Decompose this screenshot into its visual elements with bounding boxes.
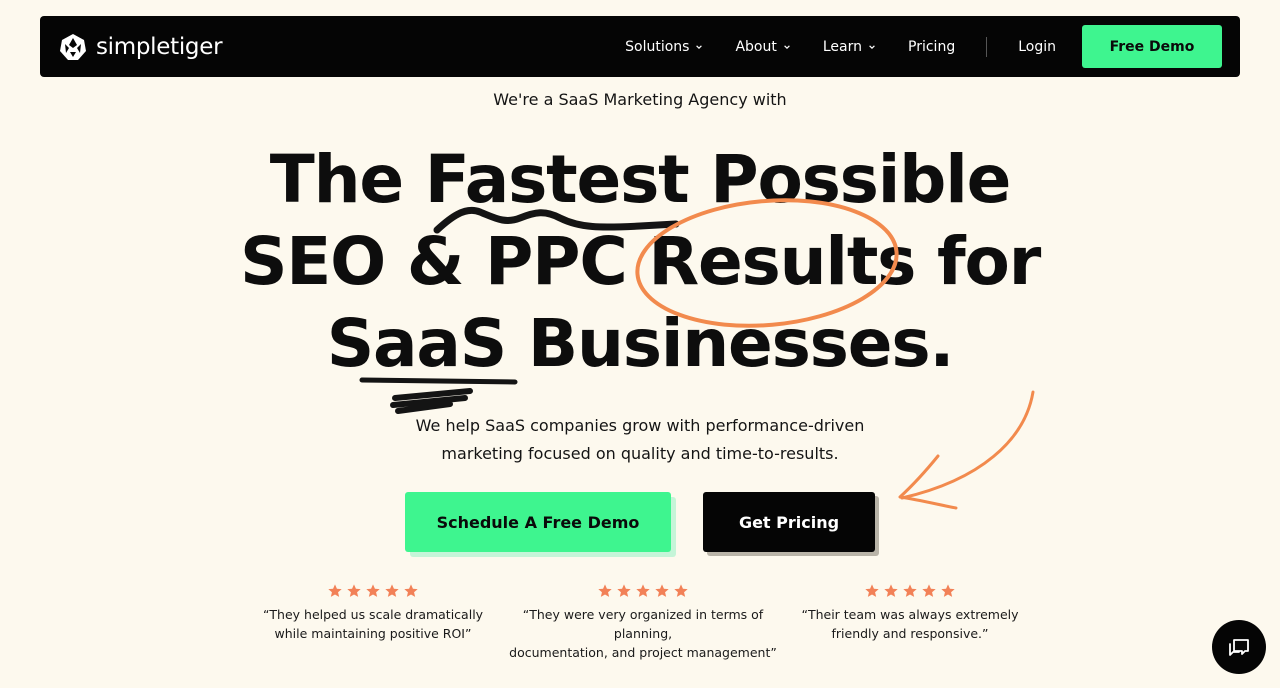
star-icon bbox=[385, 584, 399, 597]
chevron-down-icon bbox=[869, 44, 875, 49]
logo[interactable]: simpletiger bbox=[58, 32, 223, 62]
star-rating bbox=[260, 583, 486, 599]
free-demo-button[interactable]: Free Demo bbox=[1082, 25, 1222, 68]
subtext-line-2: marketing focused on quality and time-to… bbox=[441, 444, 839, 463]
star-icon bbox=[347, 584, 361, 597]
star-icon bbox=[922, 584, 936, 597]
hero-subtext: We help SaaS companies grow with perform… bbox=[0, 412, 1280, 468]
review-quote-line: “They were very organized in terms of pl… bbox=[522, 607, 764, 641]
main-menu: Solutions About Learn Pricing Login Free… bbox=[625, 16, 1222, 77]
schedule-demo-button[interactable]: Schedule A Free Demo bbox=[405, 492, 671, 552]
hero-tagline: We're a SaaS Marketing Agency with bbox=[493, 90, 787, 109]
star-icon bbox=[655, 584, 669, 597]
headline-line-1: The Fastest Possible bbox=[269, 141, 1012, 218]
top-navbar: simpletiger Solutions About Learn Pricin… bbox=[40, 16, 1240, 77]
star-icon bbox=[328, 584, 342, 597]
nav-item-solutions[interactable]: Solutions bbox=[625, 39, 703, 55]
review-card: “Their team was always extremely friendl… bbox=[800, 583, 1020, 643]
nav-item-label: Pricing bbox=[908, 38, 956, 55]
tiger-head-icon bbox=[60, 33, 86, 60]
star-icon bbox=[636, 584, 650, 597]
logo-text: simpletiger bbox=[96, 33, 223, 60]
headline-line-3: SaaS Businesses. bbox=[326, 305, 955, 382]
review-card: “They were very organized in terms of pl… bbox=[498, 583, 788, 662]
chat-bubbles-icon bbox=[1229, 639, 1249, 656]
star-icon bbox=[617, 584, 631, 597]
nav-item-label: Solutions bbox=[625, 38, 690, 55]
review-quote-line: documentation, and project management” bbox=[509, 645, 777, 660]
nav-item-learn[interactable]: Learn bbox=[823, 39, 876, 55]
star-rating bbox=[498, 583, 788, 599]
chevron-down-icon bbox=[696, 44, 703, 49]
get-pricing-button[interactable]: Get Pricing bbox=[703, 492, 875, 552]
chevron-down-icon bbox=[784, 44, 790, 49]
star-icon bbox=[865, 584, 879, 597]
review-quote-line: friendly and responsive.” bbox=[831, 626, 989, 641]
review-quote-line: “Their team was always extremely bbox=[801, 607, 1019, 622]
saas-scribble bbox=[390, 388, 473, 414]
star-icon bbox=[884, 584, 898, 597]
star-rating bbox=[800, 583, 1020, 599]
star-icon bbox=[598, 584, 612, 597]
review-quote-line: “They helped us scale dramatically bbox=[262, 607, 484, 622]
nav-item-pricing[interactable]: Pricing bbox=[908, 39, 955, 55]
subtext-line-1: We help SaaS companies grow with perform… bbox=[415, 416, 865, 435]
star-icon bbox=[674, 584, 688, 597]
review-quote-line: while maintaining positive ROI” bbox=[274, 626, 472, 641]
star-icon bbox=[941, 584, 955, 597]
chat-widget-button[interactable] bbox=[1212, 620, 1266, 674]
headline-line-2: SEO & PPC Results for bbox=[239, 223, 1041, 300]
nav-item-label: Learn bbox=[822, 38, 863, 55]
nav-divider bbox=[986, 36, 988, 57]
hero-headline: The Fastest Possible SEO & PPC Results f… bbox=[0, 139, 1280, 385]
nav-item-about[interactable]: About bbox=[735, 39, 790, 55]
star-icon bbox=[404, 584, 418, 597]
nav-item-label: About bbox=[735, 38, 777, 55]
star-icon bbox=[903, 584, 917, 597]
review-card: “They helped us scale dramatically while… bbox=[260, 583, 486, 643]
login-link[interactable]: Login bbox=[1018, 39, 1056, 55]
star-icon bbox=[366, 584, 380, 597]
